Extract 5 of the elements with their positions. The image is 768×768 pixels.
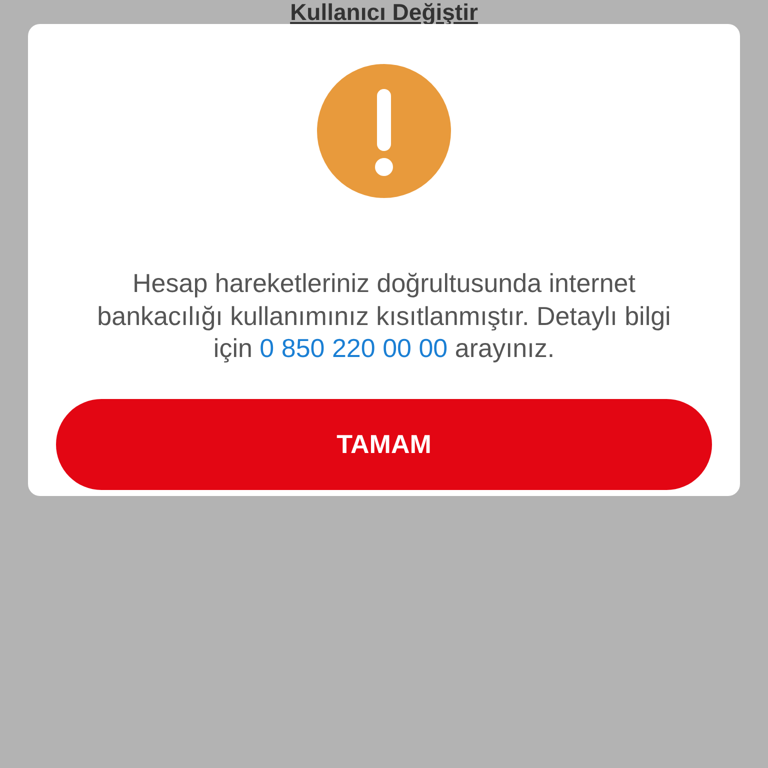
- ok-button[interactable]: TAMAM: [56, 398, 712, 490]
- warning-icon: [317, 64, 451, 198]
- switch-user-link[interactable]: Kullanıcı Değiştir: [290, 0, 478, 24]
- restriction-message: Hesap hareketleriniz doğrultusunda internet bankacılığı kullanımınız kısıtlanmıştır. Detaylı bilgi için 0 850 220 00 00 arayınız.: [96, 267, 672, 364]
- phone-link[interactable]: 0 850 220 00 00: [260, 333, 448, 363]
